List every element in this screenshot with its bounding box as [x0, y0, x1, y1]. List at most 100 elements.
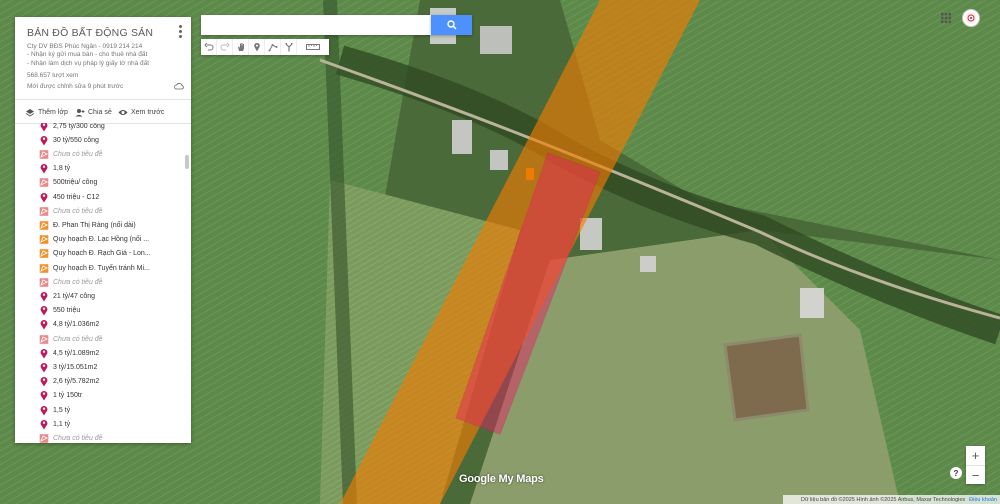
search-input[interactable] [201, 15, 431, 35]
polygon-icon [39, 235, 49, 244]
feature-list: 2,75 tỷ/300 công 30 tỷ/550 công Chưa có ti… [15, 123, 191, 443]
feature-label: 1,8 tỷ [53, 165, 71, 173]
layers-icon [25, 109, 35, 117]
divider [15, 99, 191, 100]
undo-icon [203, 42, 213, 51]
feature-label: Chưa có tiêu đề [53, 278, 103, 286]
feature-list-item[interactable]: Chưa có tiêu đề [39, 204, 103, 218]
feature-label: 2,6 tỷ/5.782m2 [53, 378, 100, 386]
feature-label: 500triệu/ công [53, 179, 98, 187]
map-pin-icon [40, 419, 48, 430]
feature-list-item[interactable]: 1,5 tỷ [39, 403, 70, 417]
feature-label: Chưa có tiêu đề [53, 434, 103, 442]
polygon-icon [39, 178, 49, 188]
measure-button[interactable] [297, 39, 329, 55]
feature-list-item[interactable]: Đ. Phan Thị Ràng (nối dài) [39, 218, 136, 232]
feature-list-item[interactable]: 1,1 tỷ [39, 417, 70, 431]
feature-label: 1,1 tỷ [53, 420, 71, 428]
preview-label: Xem trước [131, 109, 165, 116]
zoom-control: + − [966, 446, 985, 484]
profile-picture-icon [965, 12, 977, 24]
apps-grid-icon[interactable] [941, 13, 951, 23]
terms-link[interactable]: Điều khoản [969, 497, 997, 503]
feature-label: Quy hoạch Đ. Rạch Giá - Lon... [53, 250, 151, 258]
feature-list-item[interactable]: 4,8 tỷ/1.036m2 [39, 318, 99, 332]
map-attribution: Dữ liệu bản đồ ©2025 Hình ảnh ©2025 Airb… [783, 495, 1000, 504]
feature-label: 4,5 tỷ/1.089m2 [53, 349, 100, 357]
feature-list-item[interactable]: Chưa có tiêu đề [39, 275, 103, 289]
help-button[interactable]: ? [950, 467, 962, 479]
map-pin-icon [40, 306, 48, 316]
zoom-out-button[interactable]: − [966, 466, 985, 485]
feature-list-item[interactable]: 21 tỷ/47 công [39, 289, 95, 303]
feature-list-item[interactable]: Quy hoạch Đ. Tuyến tránh Mi... [39, 261, 150, 275]
more-options-icon[interactable] [179, 25, 183, 39]
feature-label: 30 tỷ/550 công [53, 136, 99, 144]
feature-list-item[interactable]: 450 triệu - C12 [39, 190, 99, 204]
zoom-in-button[interactable]: + [966, 446, 985, 466]
feature-list-item[interactable]: Chưa có tiêu đề [39, 431, 103, 443]
redo-icon [220, 42, 230, 51]
map-pin-icon [40, 135, 48, 146]
search-button[interactable] [431, 15, 472, 35]
add-person-icon [75, 109, 85, 117]
map-title[interactable]: BẢN ĐỒ BẤT ĐỘNG SẢN [27, 27, 153, 39]
attribution-text: Dữ liệu bản đồ ©2025 Hình ảnh ©2025 Airb… [800, 496, 966, 503]
feature-list-item[interactable]: 500triệu/ công [39, 176, 97, 190]
add-marker-button[interactable] [249, 39, 265, 55]
map-toolbar [201, 39, 329, 55]
ruler-icon [306, 44, 320, 50]
feature-label: 4,8 tỷ/1.036m2 [53, 321, 100, 329]
feature-list-item[interactable]: 30 tỷ/550 công [39, 133, 99, 147]
google-my-maps-logo: Google My Maps [459, 473, 544, 485]
map-pin-icon [40, 164, 48, 174]
undo-button[interactable] [201, 39, 217, 55]
feature-list-item[interactable]: Chưa có tiêu đề [39, 147, 103, 161]
share-button[interactable]: Chia sẻ [75, 108, 112, 117]
feature-label: 3 tỷ/15.051m2 [53, 363, 98, 371]
map-pin-icon [40, 405, 48, 415]
marker-icon [253, 42, 260, 52]
polygon-icon [39, 334, 49, 344]
description-line: - Nhận ký gửi mua bán - cho thuê nhà đất [27, 51, 148, 59]
polygon-icon [39, 150, 49, 159]
feature-list-item[interactable]: 4,5 tỷ/1.089m2 [39, 346, 99, 360]
redo-button[interactable] [217, 39, 233, 55]
description-line: - Nhận làm dịch vụ pháp lý giấy tờ nhà đ… [27, 59, 150, 67]
feature-label: Quy hoạch Đ. Tuyến tránh Mi... [53, 264, 150, 272]
polygon-icon [39, 221, 49, 230]
feature-list-item[interactable]: Quy hoạch Đ. Rạch Giá - Lon... [39, 247, 151, 261]
map-pin-icon [40, 192, 48, 202]
feature-label: Chưa có tiêu đề [53, 150, 103, 158]
map-pin-icon [40, 348, 48, 359]
feature-label: Chưa có tiêu đề [53, 207, 103, 215]
add-layer-button[interactable]: Thêm lớp [25, 108, 68, 117]
hand-icon [237, 43, 244, 51]
map-pin-icon [40, 123, 48, 131]
add-layer-label: Thêm lớp [38, 109, 68, 116]
polygon-icon [39, 263, 49, 273]
feature-label: 450 triệu - C12 [53, 193, 100, 201]
share-label: Chia sẻ [88, 109, 112, 116]
feature-list-item[interactable]: 1 tỷ 150tr [39, 389, 82, 403]
preview-button[interactable]: Xem trước [118, 108, 164, 117]
search-icon [446, 20, 457, 30]
feature-list-item[interactable]: 2,6 tỷ/5.782m2 [39, 375, 99, 389]
feature-list-item[interactable]: Chưa có tiêu đề [39, 332, 103, 346]
map-pin-icon [40, 377, 48, 387]
feature-label: Chưa có tiêu đề [53, 335, 103, 343]
feature-list-item[interactable]: 1,8 tỷ [39, 162, 70, 176]
directions-button[interactable] [281, 39, 297, 55]
account-avatar[interactable] [962, 9, 980, 27]
feature-label: Đ. Phan Thị Ràng (nối dài) [53, 221, 136, 229]
hand-tool-button[interactable] [233, 39, 249, 55]
feature-label: 1,5 tỷ [53, 406, 71, 414]
feature-list-item[interactable]: 2,75 tỷ/300 công [39, 123, 105, 133]
feature-list-item[interactable]: 3 tỷ/15.051m2 [39, 360, 97, 374]
feature-list-item[interactable]: 550 triệu [39, 304, 80, 318]
list-scrollbar[interactable] [185, 155, 189, 169]
feature-list-item[interactable]: Quy hoạch Đ. Lạc Hồng (nối ... [39, 233, 149, 247]
feature-label: Quy hoạch Đ. Lạc Hồng (nối ... [53, 236, 150, 244]
cloud-saved-icon [174, 83, 184, 90]
draw-line-button[interactable] [265, 39, 281, 55]
